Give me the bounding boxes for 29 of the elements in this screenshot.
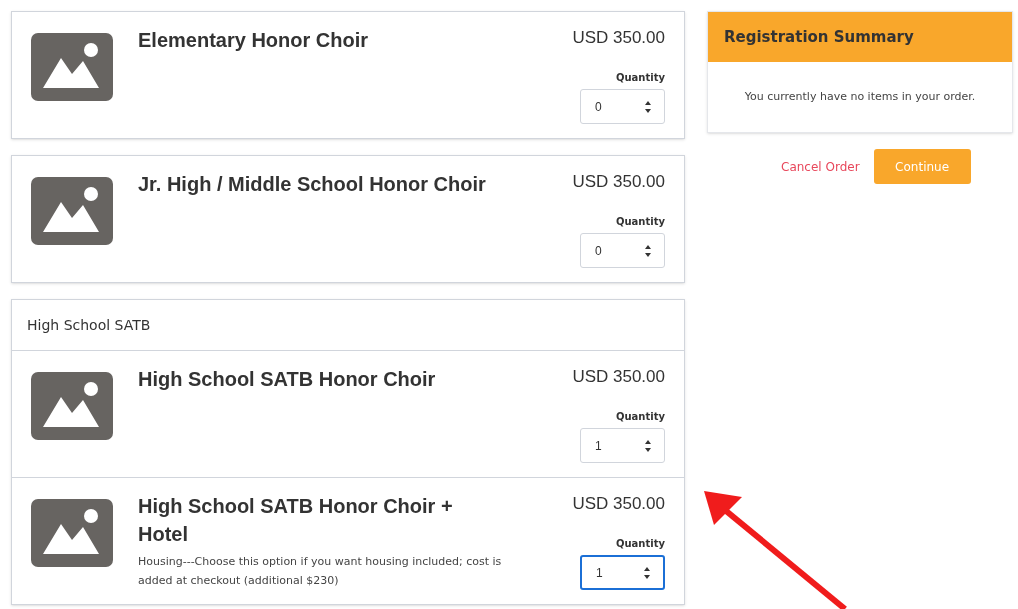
price: USD 350.00 [572, 171, 665, 193]
quantity-field[interactable]: 1 [580, 428, 665, 463]
empty-order-message: You currently have no items in your order. [744, 88, 976, 105]
quantity-label: Quantity [616, 71, 665, 85]
image-placeholder-icon [31, 372, 113, 440]
quantity-field[interactable]: 0 [580, 89, 665, 124]
quantity-field[interactable]: 1 [580, 555, 665, 590]
product-title: High School SATB Honor Choir + Hotel [138, 494, 454, 547]
price: USD 350.00 [572, 366, 665, 388]
quantity-label: Quantity [616, 215, 665, 229]
product-title: High School SATB Honor Choir [138, 367, 437, 392]
cancel-order-link[interactable]: Cancel Order [781, 157, 860, 176]
quantity-label: Quantity [616, 537, 665, 551]
product-title: Jr. High / Middle School Honor Choir [138, 172, 487, 197]
group-heading: High School SATB [27, 315, 151, 335]
product-description: Housing---Choose this option if you want housing included; cost is added at checkout (additional $230) [138, 554, 503, 589]
stepper-arrows-icon [644, 243, 652, 258]
stepper-arrows-icon [644, 438, 652, 453]
quantity-label: Quantity [616, 410, 665, 424]
summary-header: Registration Summary [708, 12, 1012, 62]
image-placeholder-icon [31, 33, 113, 101]
quantity-field[interactable]: 0 [580, 233, 665, 268]
image-placeholder-icon [31, 177, 113, 245]
price: USD 350.00 [572, 493, 665, 515]
image-placeholder-icon [31, 499, 113, 567]
product-title: Elementary Honor Choir [138, 28, 370, 53]
stepper-arrows-icon [643, 565, 651, 580]
price: USD 350.00 [572, 27, 665, 49]
stepper-arrows-icon [644, 99, 652, 114]
